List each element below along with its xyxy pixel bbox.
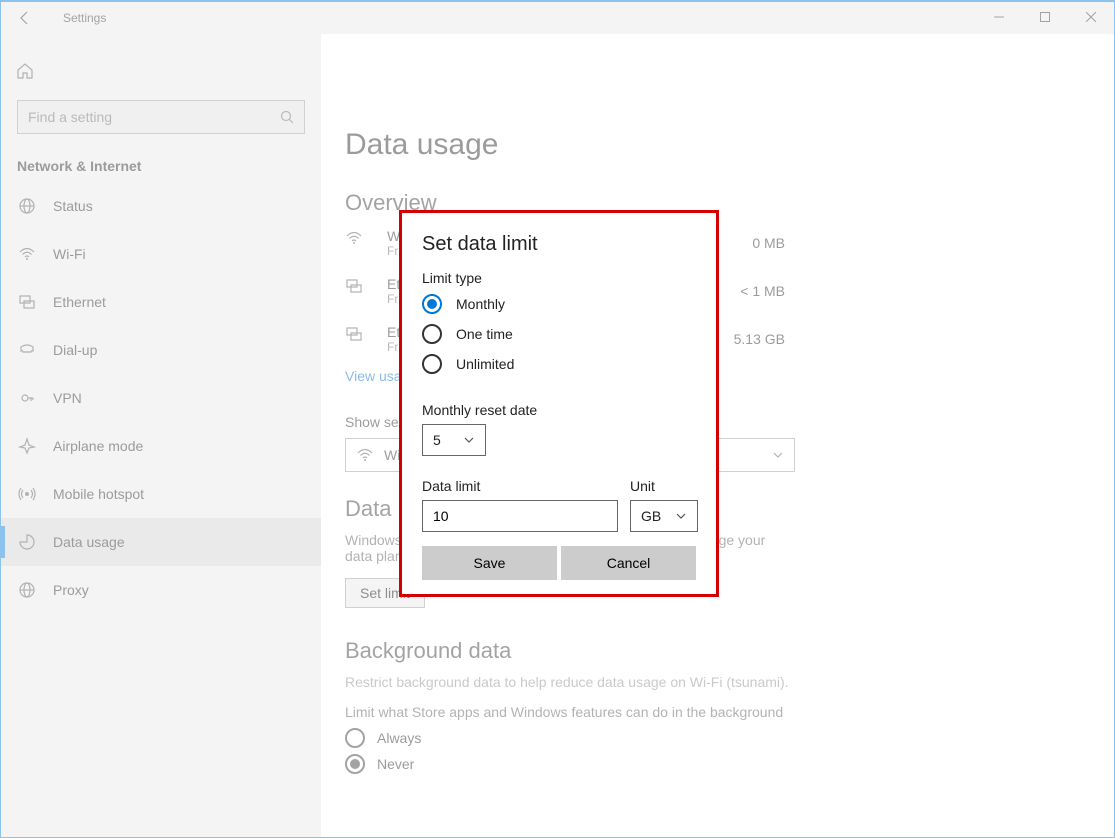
dialog-title: Set data limit <box>422 233 696 256</box>
set-data-limit-dialog: Set data limit Limit type Monthly One tim… <box>399 210 719 597</box>
radio-label: Monthly <box>456 296 505 312</box>
reset-date-label: Monthly reset date <box>422 402 696 418</box>
radio-icon <box>422 324 442 344</box>
save-button[interactable]: Save <box>422 546 557 580</box>
data-limit-label: Data limit <box>422 478 618 494</box>
reset-date-select[interactable]: 5 <box>422 424 486 456</box>
radio-label: One time <box>456 326 513 342</box>
limit-type-radio-monthly[interactable]: Monthly <box>422 294 696 314</box>
radio-label: Unlimited <box>456 356 514 372</box>
chevron-down-icon <box>675 510 687 522</box>
reset-date-value: 5 <box>433 432 455 448</box>
limit-type-radio-unlimited[interactable]: Unlimited <box>422 354 696 374</box>
radio-icon <box>422 294 442 314</box>
cancel-button[interactable]: Cancel <box>561 546 696 580</box>
unit-select[interactable]: GB <box>630 500 698 532</box>
radio-icon <box>422 354 442 374</box>
unit-value: GB <box>641 508 667 524</box>
limit-type-label: Limit type <box>422 270 696 286</box>
chevron-down-icon <box>463 434 475 446</box>
data-limit-input[interactable] <box>422 500 618 532</box>
limit-type-radio-one-time[interactable]: One time <box>422 324 696 344</box>
unit-label: Unit <box>630 478 698 494</box>
